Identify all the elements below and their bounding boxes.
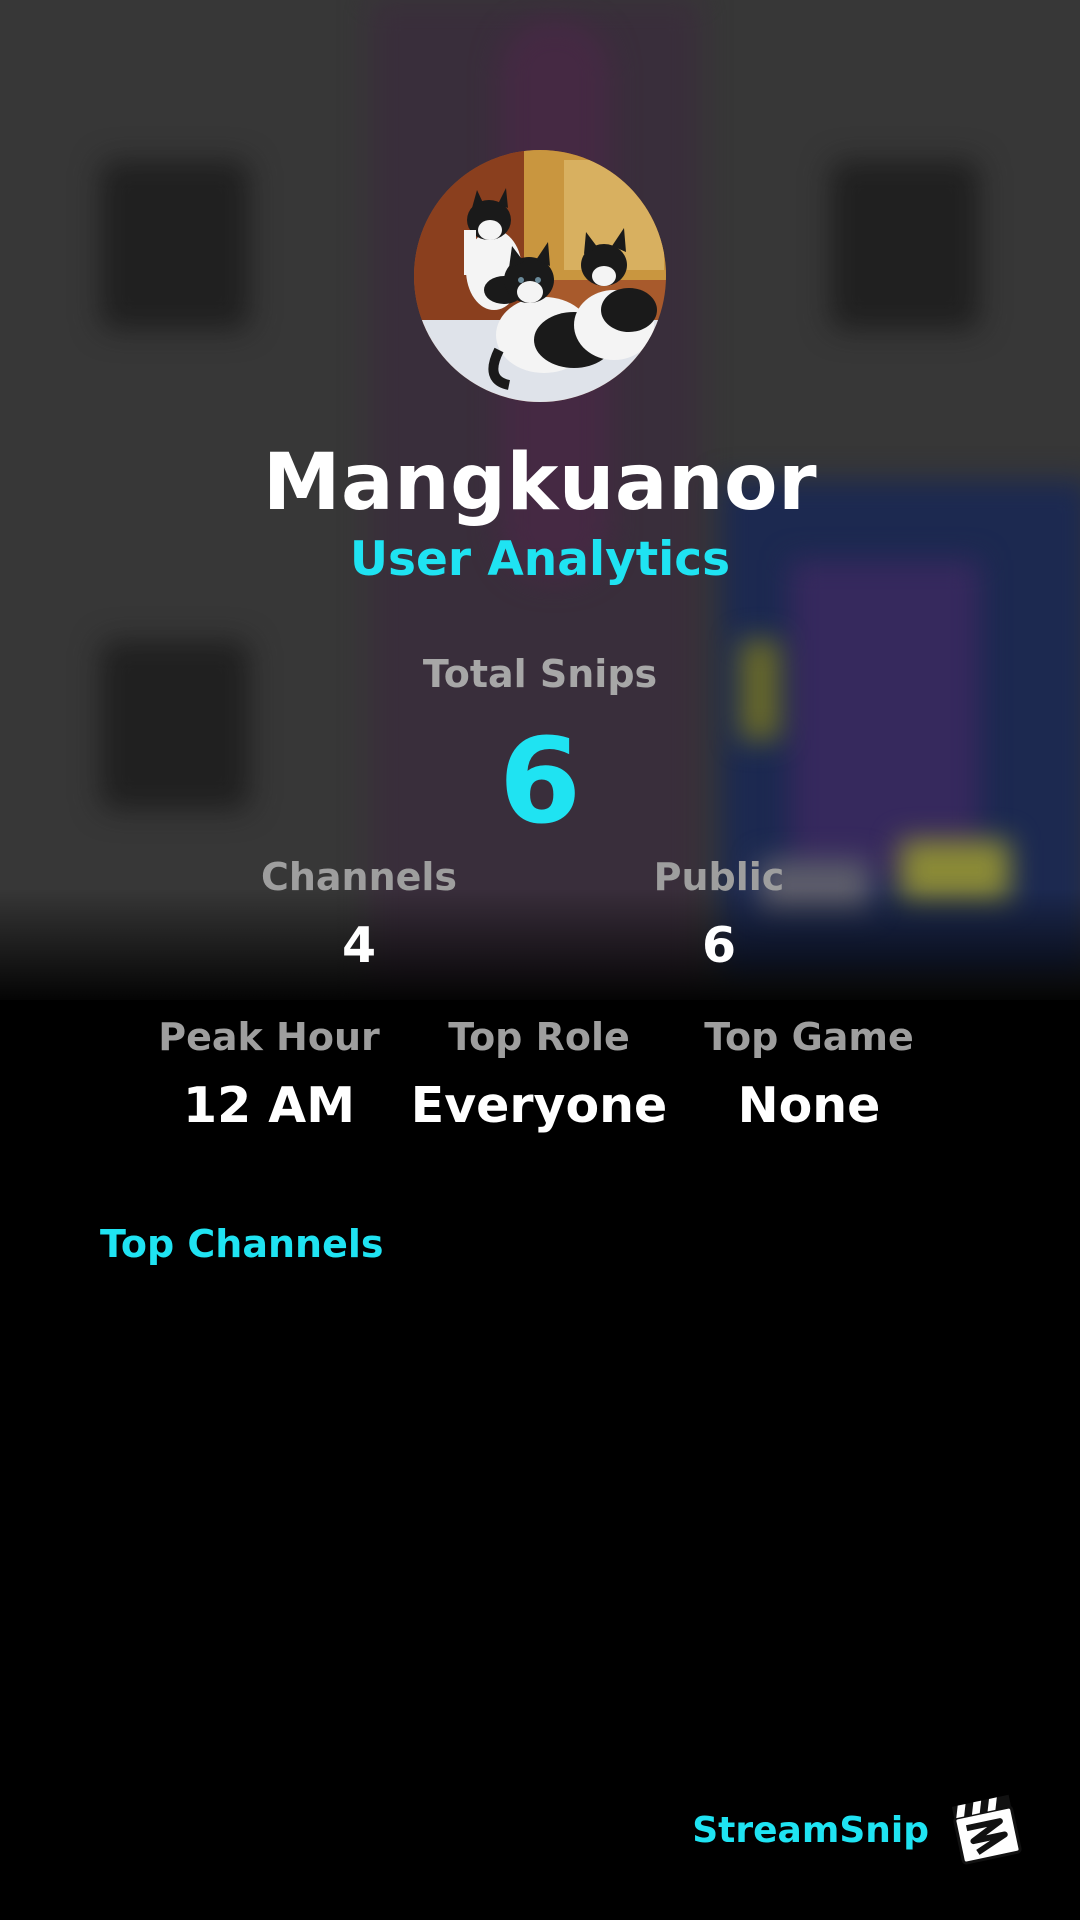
stat-value: None [737,1077,881,1134]
total-snips-value: 6 [498,712,582,850]
clapperboard-logo-icon [949,1790,1025,1870]
brand-footer: StreamSnip [692,1790,1025,1870]
stat-value: 4 [341,917,377,974]
stat-peak-hour: Peak Hour 12 AM [119,1015,419,1134]
stat-value: 6 [701,917,737,974]
stat-label: Top Game [704,1015,914,1059]
stat-public: Public 6 [569,855,869,974]
stat-label: Public [653,855,785,899]
stat-label: Peak Hour [158,1015,380,1059]
stat-label: Top Role [448,1015,630,1059]
page-subtitle: User Analytics [349,532,731,587]
stat-value: 12 AM [183,1077,355,1134]
stat-top-role: Top Role Everyone [389,1015,689,1134]
stat-top-game: Top Game None [659,1015,959,1134]
avatar [414,150,666,402]
stat-channels: Channels 4 [209,855,509,974]
stat-value: Everyone [410,1077,668,1134]
kittens-photo-icon [414,150,666,402]
brand-name: StreamSnip [692,1809,929,1851]
username: Mangkuanor [262,438,818,528]
stat-label: Channels [260,855,458,899]
total-snips-label: Total Snips [422,652,658,696]
top-channels-heading: Top Channels [100,1222,384,1266]
